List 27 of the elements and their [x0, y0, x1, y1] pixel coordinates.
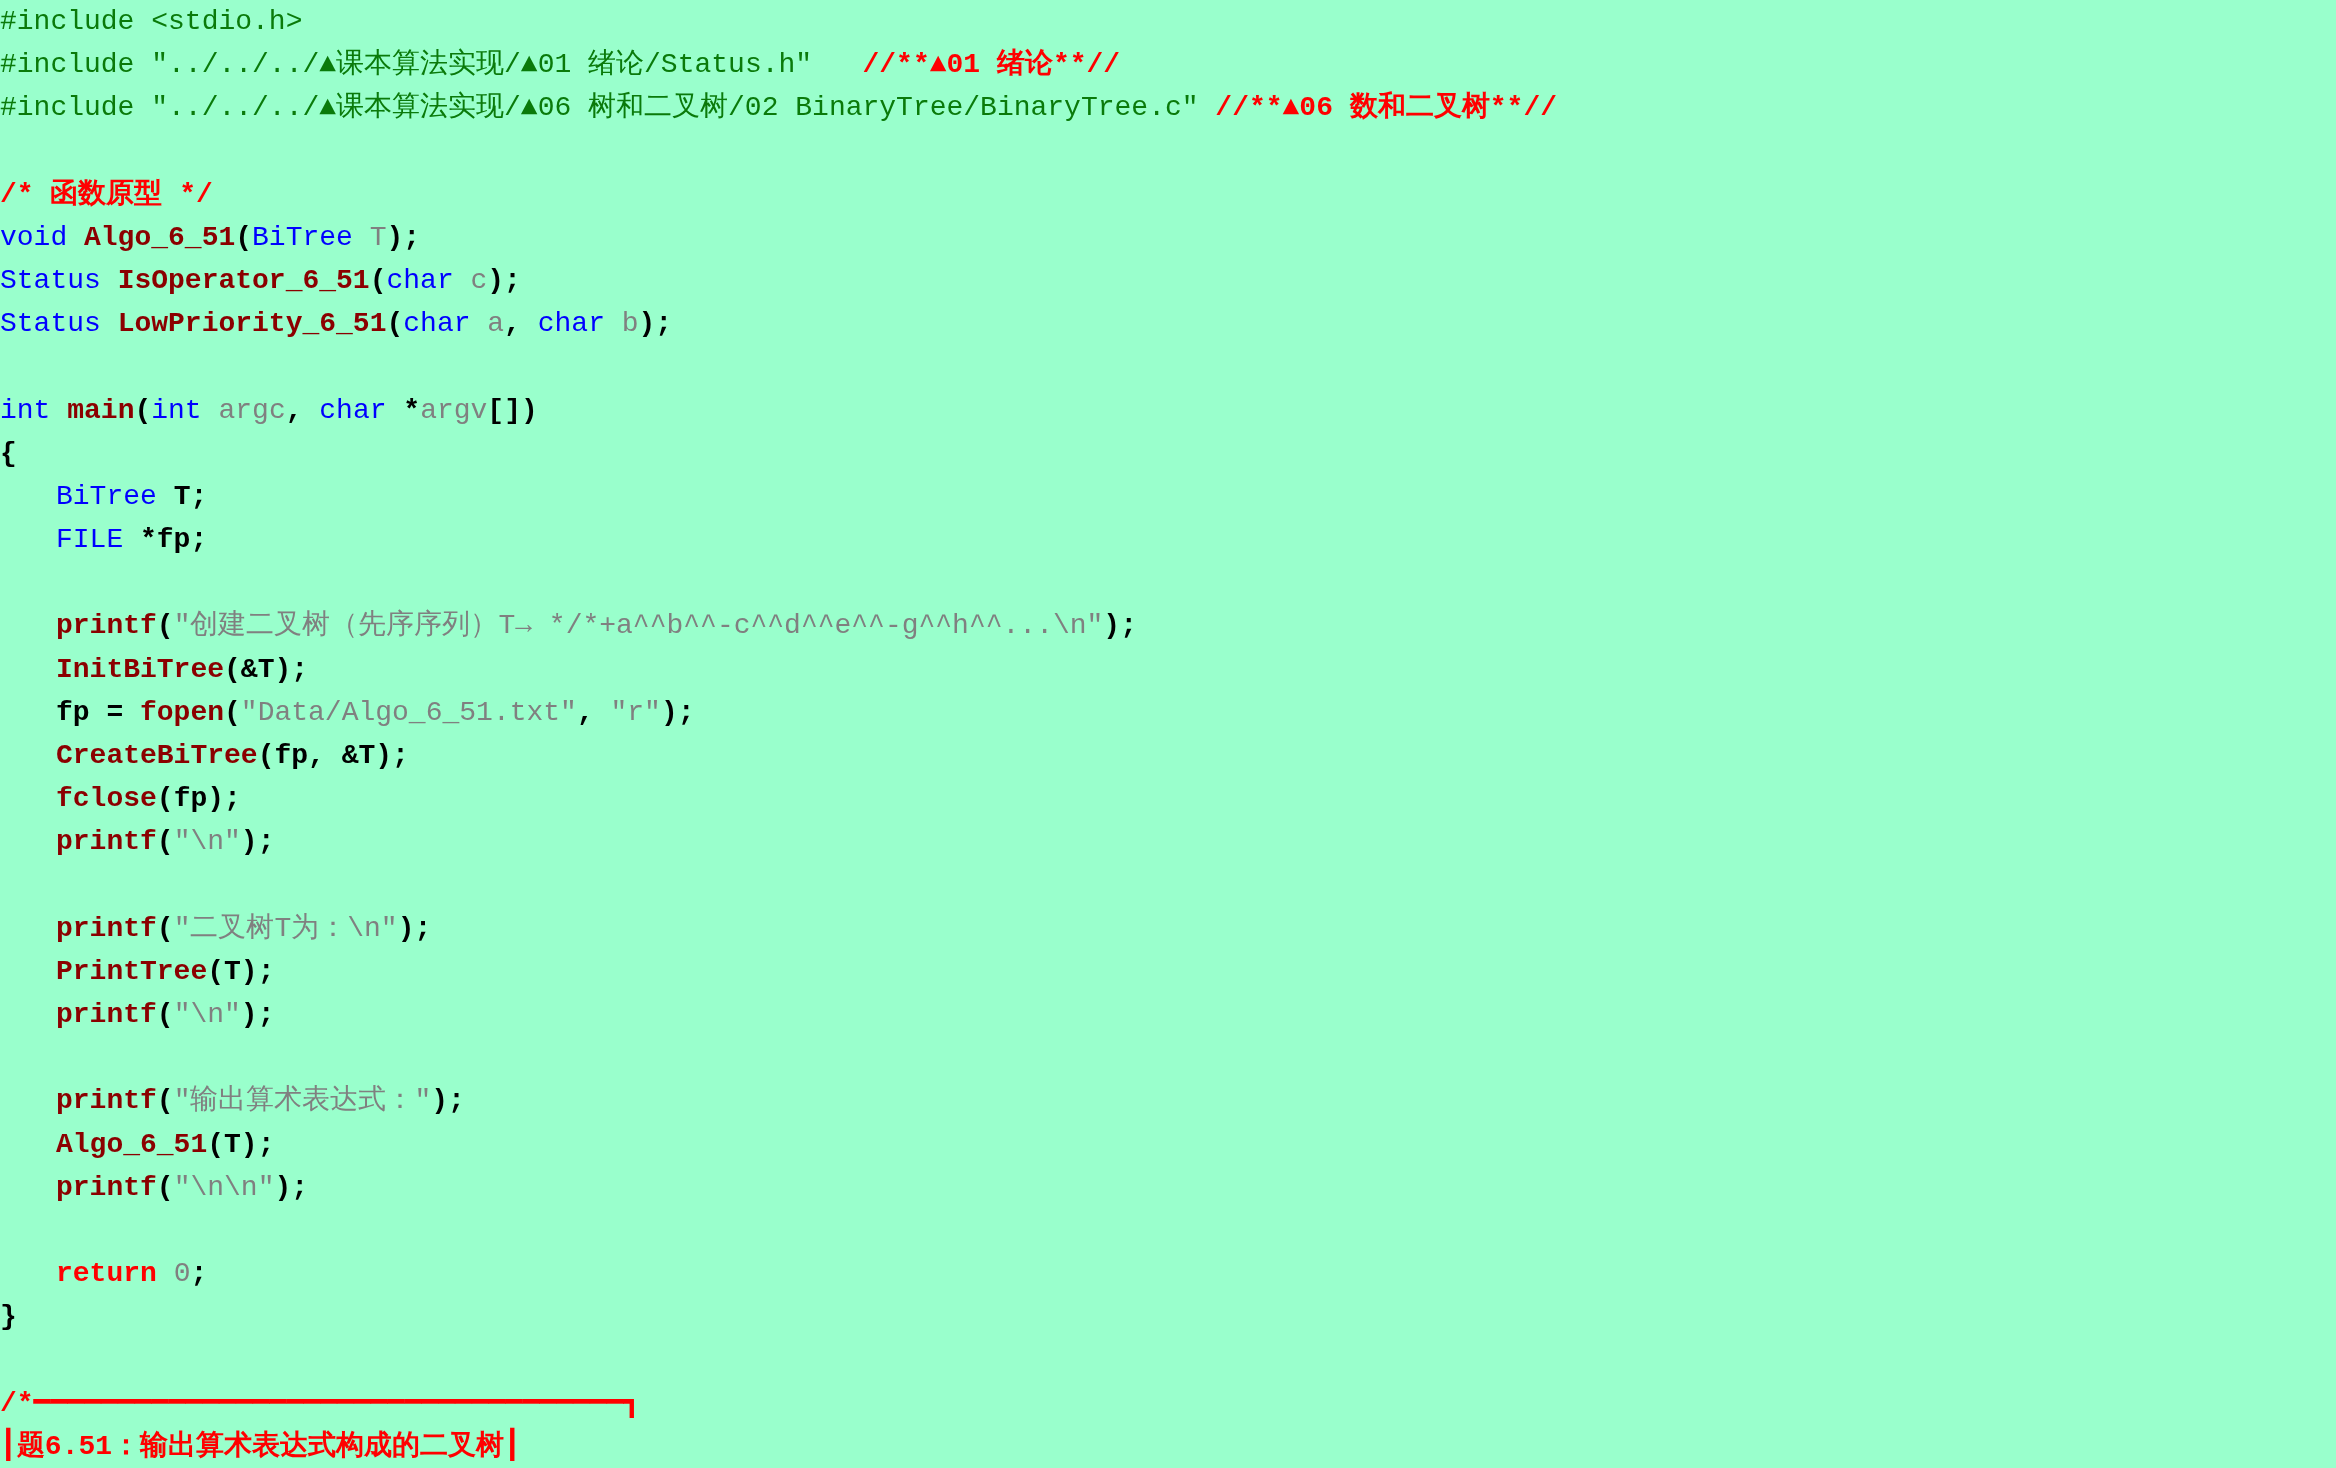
code-line: InitBiTree(&T); [55, 652, 310, 687]
code-line: Status IsOperator_6_51(char c); [0, 264, 522, 299]
code-line: BiTree T; [55, 479, 209, 514]
code-line: } [0, 1300, 18, 1335]
code-line: FILE *fp; [55, 523, 209, 558]
code-line: int main(int argc, char *argv[]) [0, 393, 539, 428]
code-line: /*━━━━━━━━━━━━━━━━━━━━━━━━━━━━━━━━━━━┓ [0, 1386, 642, 1421]
code-line: { [0, 436, 18, 471]
code-line: fp = fopen("Data/Algo_6_51.txt", "r"); [55, 695, 696, 730]
code-line: PrintTree(T); [55, 954, 276, 989]
code-line: #include "../../../▲课本算法实现/▲06 树和二叉树/02 BinaryTree/BinaryTree.c" //**▲06 数和二叉树**// [0, 90, 1558, 126]
code-line: fclose(fp); [55, 782, 242, 817]
code-line: Status LowPriority_6_51(char a, char b); [0, 307, 674, 342]
code-line: CreateBiTree(fp, &T); [55, 739, 410, 774]
code-line: printf("创建二叉树（先序序列）T→ */*+a^^b^^-c^^d^^e^^-g^^h^^...\n"); [55, 608, 1138, 644]
code-line: /* 函数原型 */ [0, 177, 214, 212]
code-line: #include "../../../▲课本算法实现/▲01 绪论/Status.h" //**▲01 绪论**// [0, 47, 1122, 83]
code-line: printf("\n\n"); [55, 1170, 310, 1205]
code-line: printf("输出算术表达式："); [55, 1084, 466, 1119]
code-line: return 0; [55, 1257, 209, 1292]
code-line: printf("\n"); [55, 998, 276, 1033]
code-line: printf("\n"); [55, 825, 276, 860]
code-line: #include <stdio.h> [0, 5, 304, 39]
code-line: ┃题6.51：输出算术表达式构成的二叉树┃ [0, 1424, 2336, 1468]
code-line: Algo_6_51(T); [55, 1127, 276, 1162]
code-line: printf("二叉树T为：\n"); [55, 911, 433, 946]
code-line: void Algo_6_51(BiTree T); [0, 220, 422, 255]
